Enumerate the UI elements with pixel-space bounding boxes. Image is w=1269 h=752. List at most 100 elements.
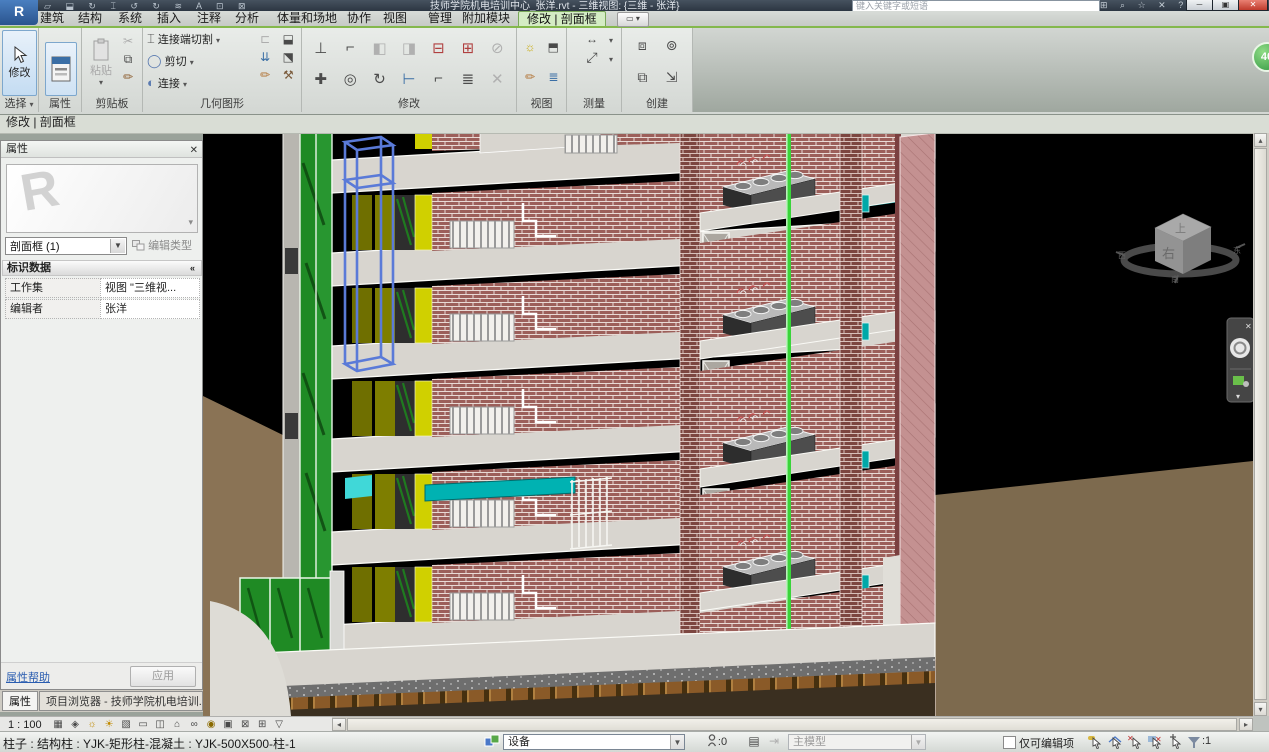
rotate-icon[interactable]: ↻: [373, 70, 386, 88]
design-options-dialog-icon[interactable]: ▤: [745, 734, 763, 750]
paint-icon[interactable]: ✏: [255, 66, 275, 84]
copy-icon[interactable]: ⧉: [118, 50, 138, 68]
align-icon[interactable]: ⊥: [314, 39, 327, 57]
editable-only-checkbox[interactable]: [1003, 736, 1016, 749]
viewcube-compass-east[interactable]: 东: [1233, 245, 1241, 255]
scroll-right-icon[interactable]: ▸: [1239, 718, 1253, 731]
infocenter-icons[interactable]: ⊞ ⌕ ☆ ✕ ?: [1100, 0, 1188, 11]
sun-path-icon[interactable]: ☼: [84, 718, 101, 731]
toggle-select-pinned-icon[interactable]: ✕: [1126, 734, 1144, 750]
steering-wheel-icon[interactable]: [1230, 338, 1250, 358]
show-crop-region-icon[interactable]: ◫: [152, 718, 169, 731]
panel-label-select[interactable]: 选择 ▾: [0, 95, 38, 111]
create-assembly-icon[interactable]: ⧉: [629, 68, 655, 86]
toggle-select-underlay-icon[interactable]: [1106, 734, 1124, 750]
filter-icon[interactable]: :1: [1188, 734, 1222, 750]
displace-elements-icon[interactable]: ⇲: [659, 68, 685, 86]
tab-analyze[interactable]: 分析: [233, 11, 261, 26]
hide-analytical-model-icon[interactable]: ⊠: [237, 718, 254, 731]
tab-manage[interactable]: 管理: [426, 11, 454, 26]
viewcube-compass-south[interactable]: 南: [1171, 274, 1179, 284]
type-selector[interactable]: 剖面框 (1) ▼: [5, 237, 127, 255]
toggle-drag-on-selection-icon[interactable]: [1166, 734, 1184, 750]
match-properties-icon[interactable]: ✏: [118, 68, 138, 86]
horizontal-scroll-thumb[interactable]: [347, 718, 1237, 731]
temporary-hide-isolate-icon[interactable]: ∞: [186, 718, 203, 731]
scroll-down-icon[interactable]: ▾: [1254, 702, 1267, 716]
active-workset-select[interactable]: 设备 ▼: [503, 734, 685, 750]
add-to-set-icon[interactable]: ⇥: [765, 734, 783, 750]
tab-modify-section-box[interactable]: 修改 | 剖面框: [518, 11, 606, 26]
toggle-select-by-face-icon[interactable]: ✕: [1146, 734, 1164, 750]
viewcube-compass-west[interactable]: 西: [1118, 251, 1126, 260]
lightbulb-icon[interactable]: ☼: [520, 38, 540, 56]
visual-style-icon[interactable]: ◈: [67, 718, 84, 731]
design-option-caret-icon[interactable]: ▼: [911, 735, 925, 749]
reveal-constraints-icon[interactable]: ▽: [271, 718, 288, 731]
tab-insert[interactable]: 插入: [155, 11, 183, 26]
palette-header[interactable]: 属性 ✕: [1, 141, 202, 158]
move-icon[interactable]: ✚: [314, 70, 327, 88]
tab-collaborate[interactable]: 协作: [345, 11, 373, 26]
scroll-up-icon[interactable]: ▴: [1254, 133, 1267, 147]
viewcube-front-label[interactable]: 右: [1162, 246, 1175, 261]
edit-type-button[interactable]: 编辑类型: [132, 237, 199, 255]
split-face-icon[interactable]: ⬔: [278, 48, 298, 66]
locked-3d-view-icon[interactable]: ⌂: [169, 718, 186, 731]
worksets-icon[interactable]: [483, 734, 501, 750]
hide-elements-icon[interactable]: ⬒: [543, 38, 563, 56]
temporary-view-properties-icon[interactable]: ▣: [220, 718, 237, 731]
trim-single-icon[interactable]: ⌐: [434, 70, 443, 87]
3d-model-view[interactable]: 上 右 东 南 西 ✕ ▾: [203, 133, 1253, 716]
palette-close-icon[interactable]: ✕: [190, 142, 198, 159]
aligned-dimension-icon[interactable]: ⤢: [575, 48, 609, 66]
drawing-area[interactable]: 上 右 东 南 西 ✕ ▾: [203, 133, 1253, 716]
viewcube-top-label[interactable]: 上: [1175, 222, 1186, 235]
scroll-left-icon[interactable]: ◂: [332, 718, 346, 731]
apply-button[interactable]: 应用: [130, 666, 196, 687]
trim-corner-icon[interactable]: ⊢: [402, 70, 415, 88]
preview-dropdown-icon[interactable]: ▾: [188, 217, 193, 228]
tab-annotate[interactable]: 注释: [195, 11, 223, 26]
linework-icon[interactable]: ≣: [543, 68, 563, 86]
identity-data-section-header[interactable]: 标识数据 «: [2, 260, 202, 276]
crop-view-icon[interactable]: ▭: [135, 718, 152, 731]
tab-architecture[interactable]: 建筑: [38, 11, 66, 26]
properties-toggle-button[interactable]: [45, 42, 77, 96]
cope-button[interactable]: ⌶ 连接端切割 ▾: [147, 30, 220, 50]
create-similar-icon[interactable]: ⊚: [659, 36, 685, 54]
navigation-bar[interactable]: ✕ ▾: [1227, 318, 1253, 402]
override-graphics-icon[interactable]: ✏: [520, 68, 540, 86]
rendering-dialog-icon[interactable]: ▧: [118, 718, 135, 731]
app-minimize-button[interactable]: ─: [1186, 0, 1213, 11]
collapse-icon[interactable]: «: [190, 261, 195, 276]
unjoin-icon[interactable]: ⇊: [255, 48, 275, 66]
type-preview[interactable]: R ▾: [6, 164, 198, 233]
cut-geometry-button[interactable]: ◯ 剪切 ▾: [147, 52, 194, 72]
type-selector-caret-icon[interactable]: ▼: [110, 239, 125, 253]
design-option-select[interactable]: 主模型 ▼: [788, 734, 926, 750]
vertical-scrollbar[interactable]: ▴ ▾: [1253, 133, 1269, 716]
detail-level-icon[interactable]: ▦: [50, 718, 67, 731]
modify-tool-button[interactable]: 修改: [2, 30, 37, 96]
toggle-select-links-icon[interactable]: [1086, 734, 1104, 750]
trim-multiple-icon[interactable]: ≣: [462, 70, 475, 88]
zoom-tool-icon[interactable]: [1233, 376, 1244, 385]
demolish-hammer-icon[interactable]: ⚒: [278, 66, 298, 84]
properties-help-link[interactable]: 属性帮助: [6, 669, 50, 685]
split-element-icon[interactable]: ⊟: [432, 39, 445, 57]
vertical-scroll-thumb[interactable]: [1254, 148, 1267, 700]
highlight-displacement-icon[interactable]: ⊞: [254, 718, 271, 731]
mirror-line-icon[interactable]: ◨: [402, 39, 416, 57]
search-input[interactable]: 键入关键字或短语: [852, 0, 1100, 11]
create-group-icon[interactable]: ⧈: [629, 36, 655, 54]
copy-elements-icon[interactable]: ◎: [344, 70, 357, 88]
tab-structure[interactable]: 结构: [76, 11, 104, 26]
tab-massing-site[interactable]: 体量和场地: [275, 11, 339, 26]
ribbon-display-toggle[interactable]: ▭ ▾: [617, 12, 649, 27]
tab-systems[interactable]: 系统: [116, 11, 144, 26]
wall-joins-icon[interactable]: ⬓: [278, 30, 298, 48]
horizontal-scrollbar[interactable]: ◂ ▸: [332, 716, 1253, 732]
reveal-hidden-elements-icon[interactable]: ◉: [203, 718, 220, 731]
join-geometry-button[interactable]: ◐ 连接 ▾: [147, 74, 187, 94]
